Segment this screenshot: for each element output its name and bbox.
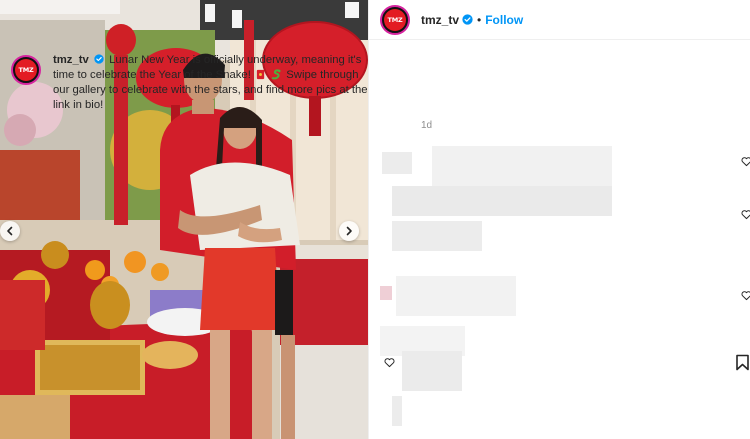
caption-avatar[interactable]: TMZ [11,55,41,85]
bookmark-icon[interactable] [735,354,750,371]
blurred-comment [392,186,612,216]
follow-button[interactable]: Follow [485,13,523,27]
avatar-logo: TMZ [384,8,406,31]
post-header: TMZ tmz_tv • Follow [369,0,750,40]
verified-badge-icon [462,14,473,25]
separator-dot: • [477,12,482,27]
chevron-left-icon [7,226,13,236]
chevron-right-icon [346,226,352,236]
caption-text-block: tmz_tv Lunar New Year is officially unde… [53,53,375,113]
verified-badge-icon [94,54,104,64]
blurred-comments [372,146,742,431]
snake-emoji-icon [271,69,281,80]
avatar[interactable]: TMZ [380,4,410,35]
heart-icon[interactable] [741,209,750,220]
blurred-comment [396,276,516,316]
red-envelope-emoji-icon [256,69,265,80]
heart-icon[interactable] [741,290,750,301]
blurred-avatar [380,286,392,300]
post-timestamp: 1d [421,120,433,131]
blurred-comment [402,351,462,391]
carousel-next-button[interactable] [339,221,359,241]
blurred-comment [392,396,402,426]
heart-icon[interactable] [741,156,750,167]
caption-username[interactable]: tmz_tv [53,54,89,66]
heart-icon[interactable] [384,357,395,368]
carousel-prev-button[interactable] [0,221,20,241]
post-caption: TMZ tmz_tv Lunar New Year is officially … [11,53,381,113]
header-username[interactable]: tmz_tv [421,13,459,27]
caption-avatar-logo: TMZ [15,59,37,81]
blurred-avatar [382,152,412,174]
blurred-comment [392,221,482,251]
